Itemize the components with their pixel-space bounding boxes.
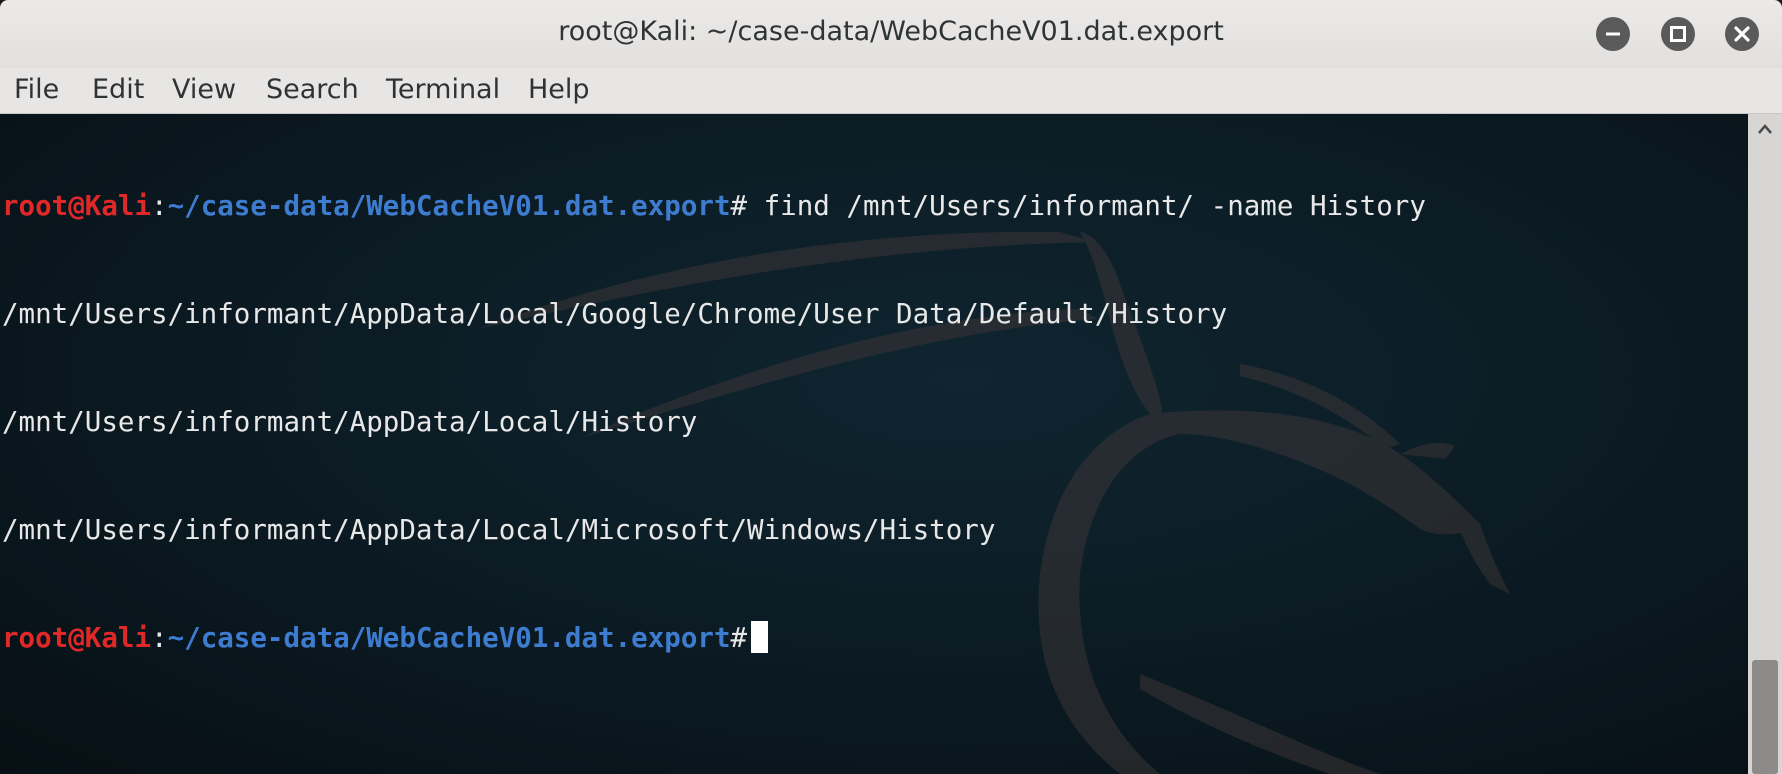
vertical-scrollbar[interactable] — [1748, 114, 1782, 774]
prompt-symbol: # — [730, 622, 748, 654]
prompt-separator: : — [151, 190, 168, 222]
menu-help[interactable]: Help — [528, 74, 590, 105]
output-line: /mnt/Users/informant/AppData/Local/Histo… — [2, 406, 698, 438]
menu-bar: File Edit View Search Terminal Help — [0, 68, 1782, 114]
maximize-button[interactable] — [1661, 17, 1695, 51]
prompt-user: root@Kali — [2, 622, 152, 654]
terminal-area[interactable]: root@Kali:~/case-data/WebCacheV01.dat.ex… — [0, 114, 1748, 774]
minimize-button[interactable] — [1596, 17, 1630, 51]
scroll-up-arrow-icon[interactable] — [1748, 114, 1782, 144]
active-prompt-line[interactable]: root@Kali:~/case-data/WebCacheV01.dat.ex… — [2, 620, 1426, 656]
menu-file[interactable]: File — [14, 74, 59, 105]
menu-search[interactable]: Search — [266, 74, 359, 105]
output-line: /mnt/Users/informant/AppData/Local/Googl… — [2, 298, 1228, 330]
text-cursor — [751, 621, 769, 653]
menu-view[interactable]: View — [172, 74, 236, 105]
menu-edit[interactable]: Edit — [92, 74, 144, 105]
menu-terminal[interactable]: Terminal — [386, 74, 500, 105]
close-button[interactable] — [1725, 17, 1759, 51]
command-line: root@Kali:~/case-data/WebCacheV01.dat.ex… — [2, 188, 1426, 224]
output-line: /mnt/Users/informant/AppData/Local/Micro… — [2, 514, 996, 546]
prompt-separator: : — [151, 622, 168, 654]
title-bar[interactable]: root@Kali: ~/case-data/WebCacheV01.dat.e… — [0, 0, 1782, 68]
terminal-window: root@Kali: ~/case-data/WebCacheV01.dat.e… — [0, 0, 1782, 774]
maximize-icon — [1670, 26, 1686, 42]
terminal-output: root@Kali:~/case-data/WebCacheV01.dat.ex… — [2, 116, 1426, 728]
prompt-user: root@Kali — [2, 190, 152, 222]
scrollbar-thumb[interactable] — [1752, 660, 1778, 774]
close-icon — [1734, 26, 1750, 42]
minimize-icon — [1606, 32, 1620, 36]
window-title: root@Kali: ~/case-data/WebCacheV01.dat.e… — [558, 16, 1224, 47]
command-text: find /mnt/Users/informant/ -name History — [747, 190, 1426, 222]
prompt-path: ~/case-data/WebCacheV01.dat.export — [167, 190, 731, 222]
prompt-symbol: # — [730, 190, 748, 222]
prompt-path: ~/case-data/WebCacheV01.dat.export — [167, 622, 731, 654]
